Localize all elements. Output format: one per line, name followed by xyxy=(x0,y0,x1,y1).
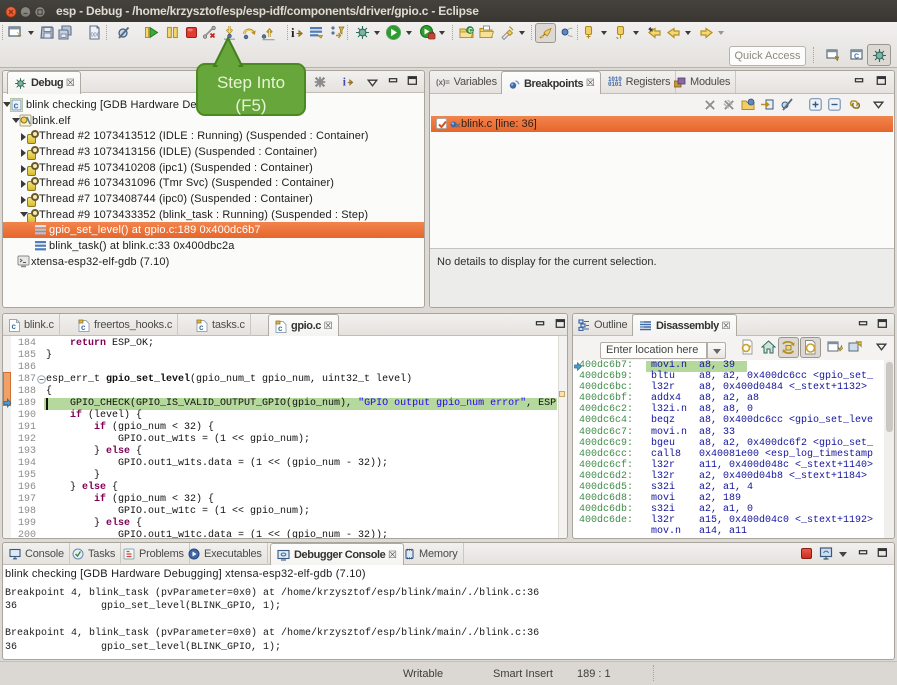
svg-text:i: i xyxy=(291,25,295,40)
svg-text:i: i xyxy=(343,76,347,88)
svg-text:000: 000 xyxy=(91,33,100,39)
svg-text:C: C xyxy=(854,54,859,61)
svg-text:c: c xyxy=(14,101,19,111)
svg-text:C: C xyxy=(468,27,473,34)
